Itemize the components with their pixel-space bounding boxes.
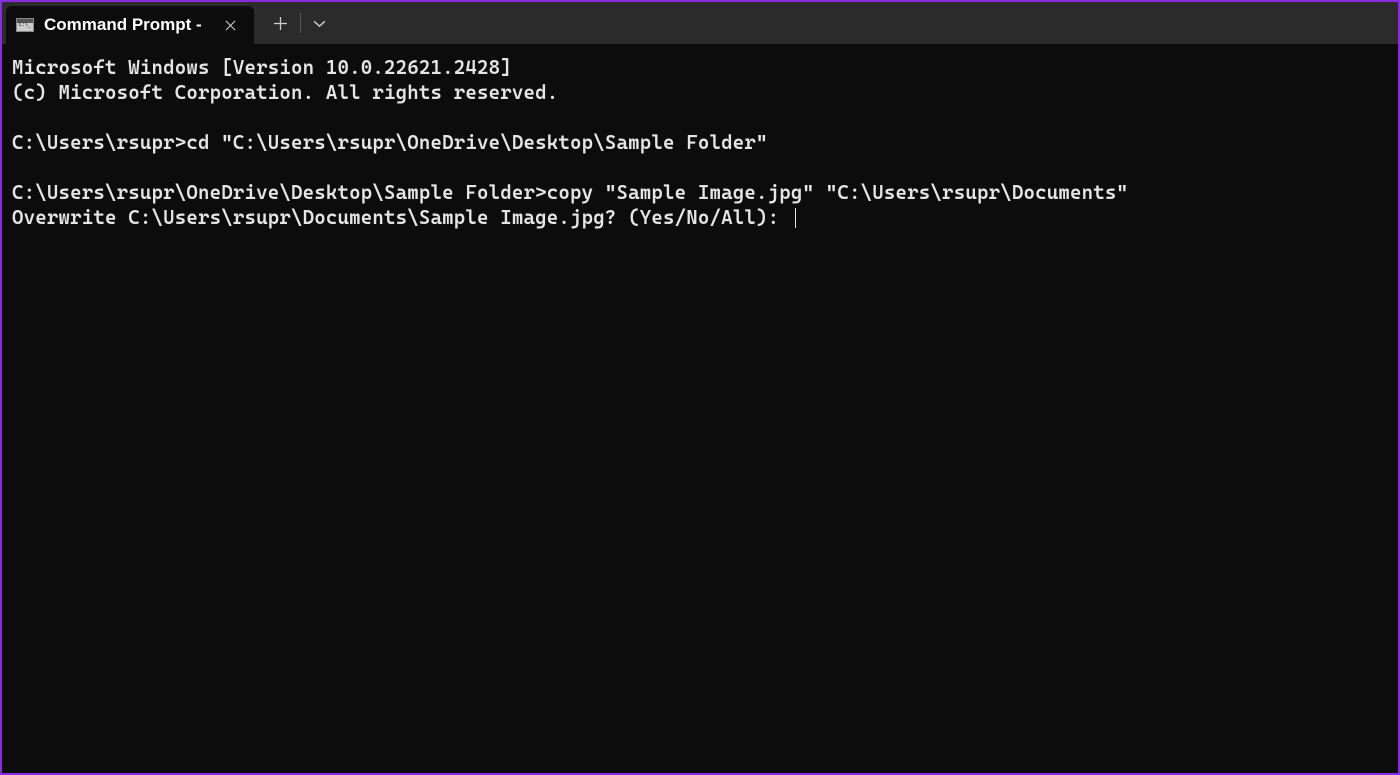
cursor xyxy=(795,208,797,228)
terminal-output[interactable]: Microsoft Windows [Version 10.0.22621.24… xyxy=(2,44,1398,243)
copy-command-line: C:\Users\rsupr\OneDrive\Desktop\Sample F… xyxy=(12,181,1128,204)
chevron-down-icon xyxy=(313,17,326,30)
version-line: Microsoft Windows [Version 10.0.22621.24… xyxy=(12,56,512,79)
close-icon xyxy=(225,20,236,31)
cd-command-line: C:\Users\rsupr>cd "C:\Users\rsupr\OneDri… xyxy=(12,131,768,154)
copyright-line: (c) Microsoft Corporation. All rights re… xyxy=(12,81,558,104)
titlebar-actions xyxy=(254,2,339,44)
new-tab-button[interactable] xyxy=(262,2,300,44)
terminal-icon xyxy=(16,18,34,32)
titlebar: Command Prompt - xyxy=(2,2,1398,44)
tab-command-prompt[interactable]: Command Prompt - xyxy=(6,6,254,44)
plus-icon xyxy=(274,17,287,30)
close-tab-button[interactable] xyxy=(220,14,242,36)
overwrite-prompt-line: Overwrite C:\Users\rsupr\Documents\Sampl… xyxy=(12,206,791,229)
tab-dropdown-button[interactable] xyxy=(301,2,339,44)
tab-title: Command Prompt - xyxy=(44,15,202,35)
